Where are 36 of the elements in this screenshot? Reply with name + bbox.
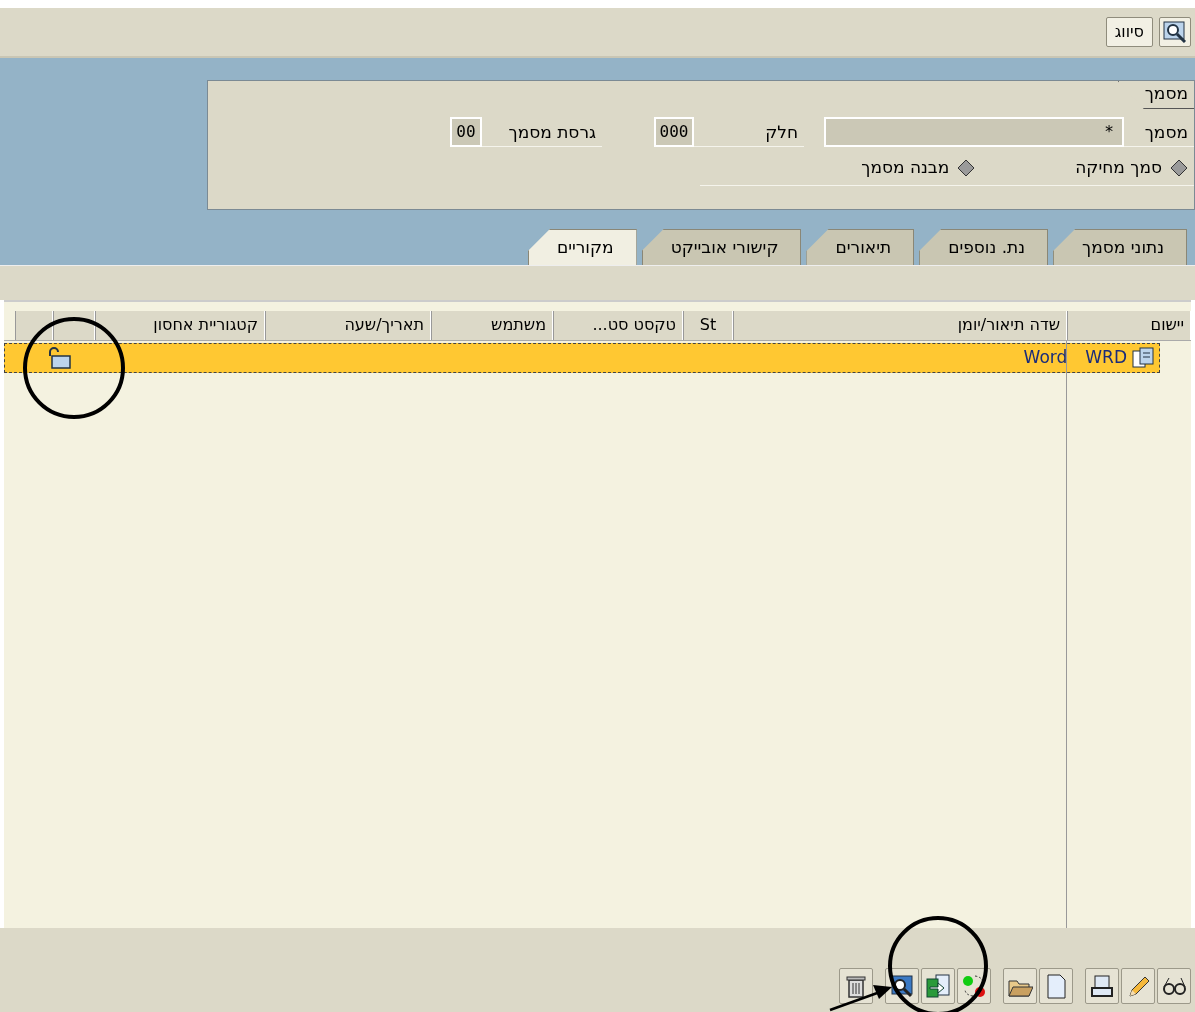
toolbar-button[interactable] <box>1121 968 1155 1004</box>
input-field[interactable]: * <box>824 117 1124 147</box>
column-header[interactable]: תאריך/שעה <box>265 311 431 340</box>
column-header[interactable]: שדה תיאור/יומן <box>733 311 1067 340</box>
link-button[interactable]: מבנה מסמך <box>861 155 976 181</box>
column-header[interactable]: קטגוריית אחסון <box>95 311 265 340</box>
trash-icon <box>843 973 869 999</box>
link-button[interactable]: סמך מחיקה <box>1075 155 1188 181</box>
diamond-icon <box>1170 159 1188 177</box>
column-header[interactable]: טקסט סט... <box>553 311 683 340</box>
column-header[interactable]: יישום <box>1067 311 1191 340</box>
column-header[interactable]: St <box>683 311 733 340</box>
input-field[interactable]: 000 <box>654 117 694 147</box>
annotation-arrow <box>829 985 892 1012</box>
column-header[interactable] <box>15 311 53 340</box>
printer-icon <box>1089 973 1115 999</box>
tab[interactable]: תיאורים <box>806 229 915 265</box>
document-arrow-icon <box>925 973 951 999</box>
document-icon <box>1131 347 1155 369</box>
tab[interactable]: נת. נוספים <box>919 229 1049 265</box>
classify-button[interactable]: סיווג <box>1105 17 1153 47</box>
column-header[interactable]: משתמש <box>431 311 553 340</box>
magnifier-icon <box>1163 21 1187 43</box>
toolbar-button[interactable] <box>1085 968 1119 1004</box>
diamond-icon <box>957 159 976 177</box>
toolbar-button[interactable] <box>1157 968 1191 1004</box>
table-row[interactable]: Word WRD <box>4 343 1160 373</box>
table-cell-text: WRD <box>1084 346 1128 370</box>
search-button[interactable] <box>1159 17 1191 47</box>
table-cell-text: Word <box>1022 346 1069 370</box>
tab[interactable]: קישורי אובייקט <box>641 229 802 265</box>
input-field[interactable]: 00 <box>450 117 482 147</box>
toolbar-button[interactable] <box>839 968 873 1004</box>
tab[interactable]: נתוני מסמך <box>1053 229 1187 265</box>
tab[interactable]: מקוריים <box>527 229 637 265</box>
dots-icon <box>961 973 987 999</box>
